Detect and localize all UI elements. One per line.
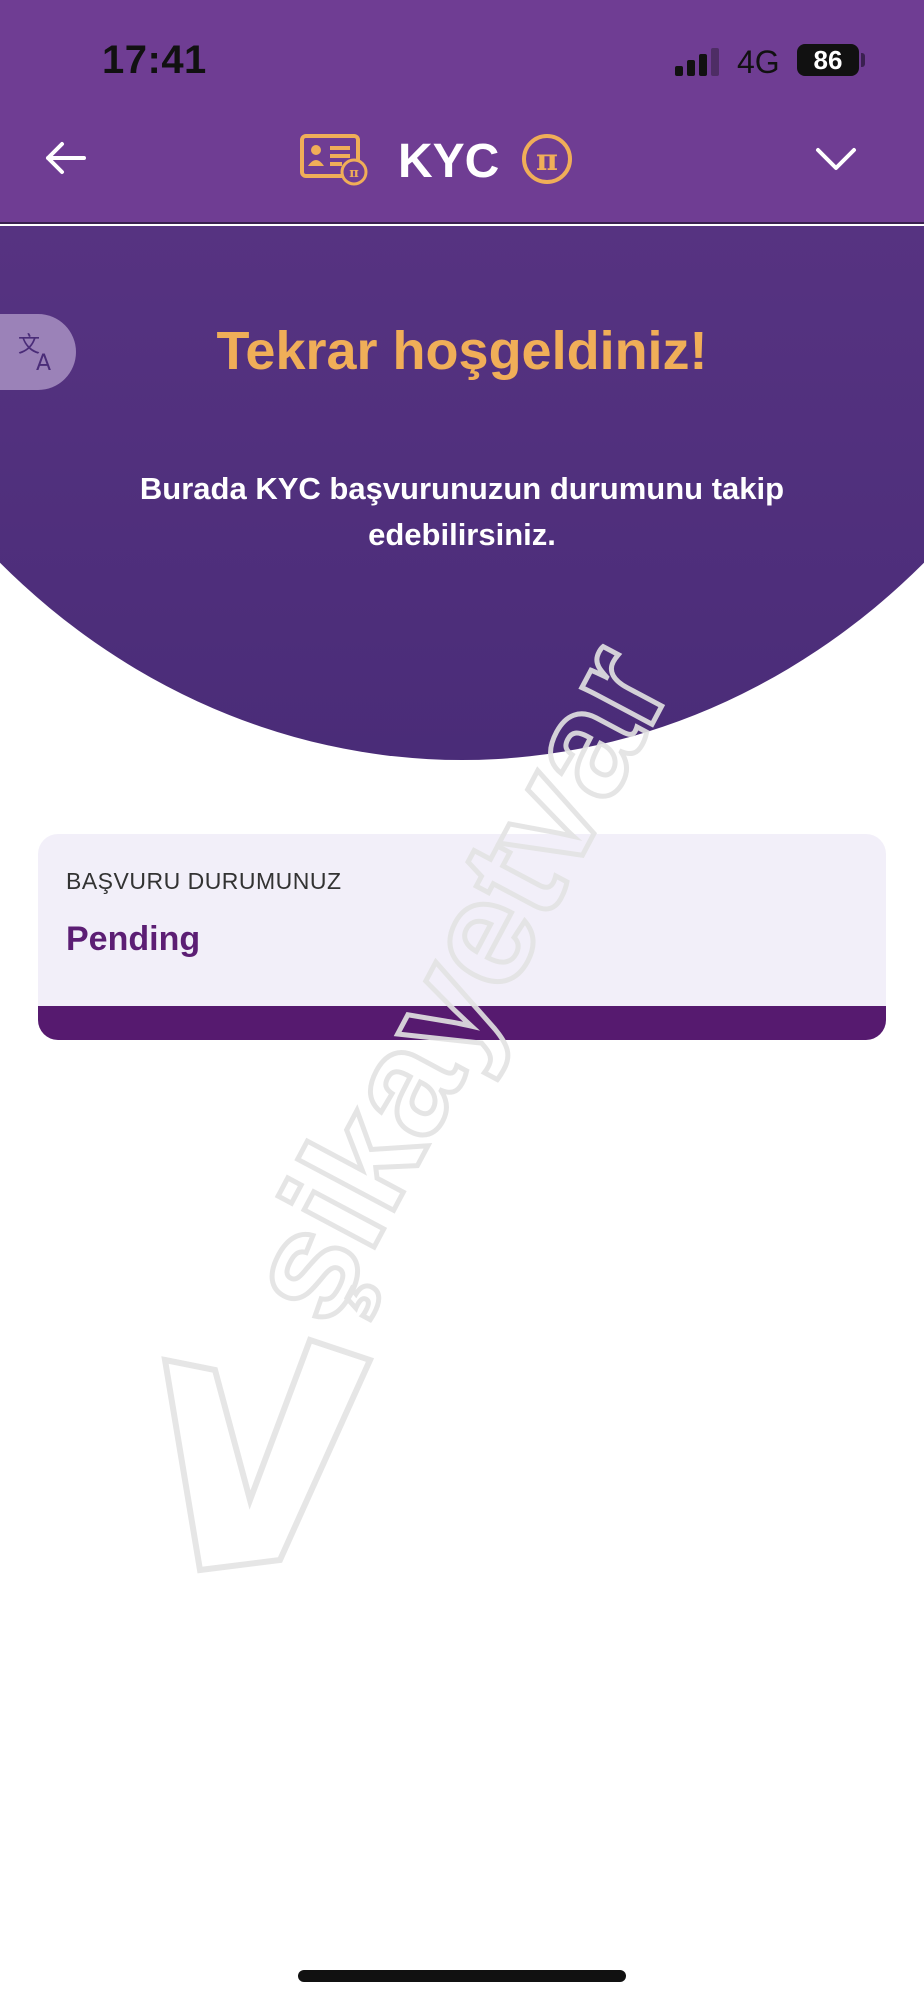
svg-text:π: π (536, 143, 558, 178)
battery-icon: 86 (797, 44, 859, 76)
status-card-footer (38, 1006, 886, 1040)
signal-icon (675, 48, 723, 76)
watermark-logo-icon (161, 1336, 375, 1574)
welcome-subtitle: Burada KYC başvurunuzun durumunu takip e… (139, 471, 785, 552)
status-label: BAŞVURU DURUMUNUZ (66, 868, 342, 894)
welcome-title: Tekrar hoşgeldiniz! (216, 321, 708, 381)
arrow-left-icon (46, 142, 86, 174)
menu-toggle-button[interactable] (812, 140, 860, 176)
id-card-icon: π (300, 134, 368, 186)
page-title: KYC (398, 135, 500, 188)
status-value: Pending (66, 920, 201, 958)
back-button[interactable] (40, 132, 92, 184)
status-bar: 17:41 4G 86 (0, 0, 924, 120)
chevron-down-icon (816, 148, 856, 170)
application-status-card: BAŞVURU DURUMUNUZ Pending (38, 834, 886, 1040)
top-app-bar: 17:41 4G 86 π KYC π (0, 0, 924, 224)
nav-title-group: π KYC π (300, 128, 600, 190)
status-time: 17:41 (102, 38, 207, 82)
network-type: 4G (737, 44, 780, 80)
battery-cap (861, 53, 865, 67)
svg-text:π: π (349, 166, 359, 181)
home-indicator (298, 1970, 626, 1982)
pi-coin-icon: π (522, 134, 572, 184)
